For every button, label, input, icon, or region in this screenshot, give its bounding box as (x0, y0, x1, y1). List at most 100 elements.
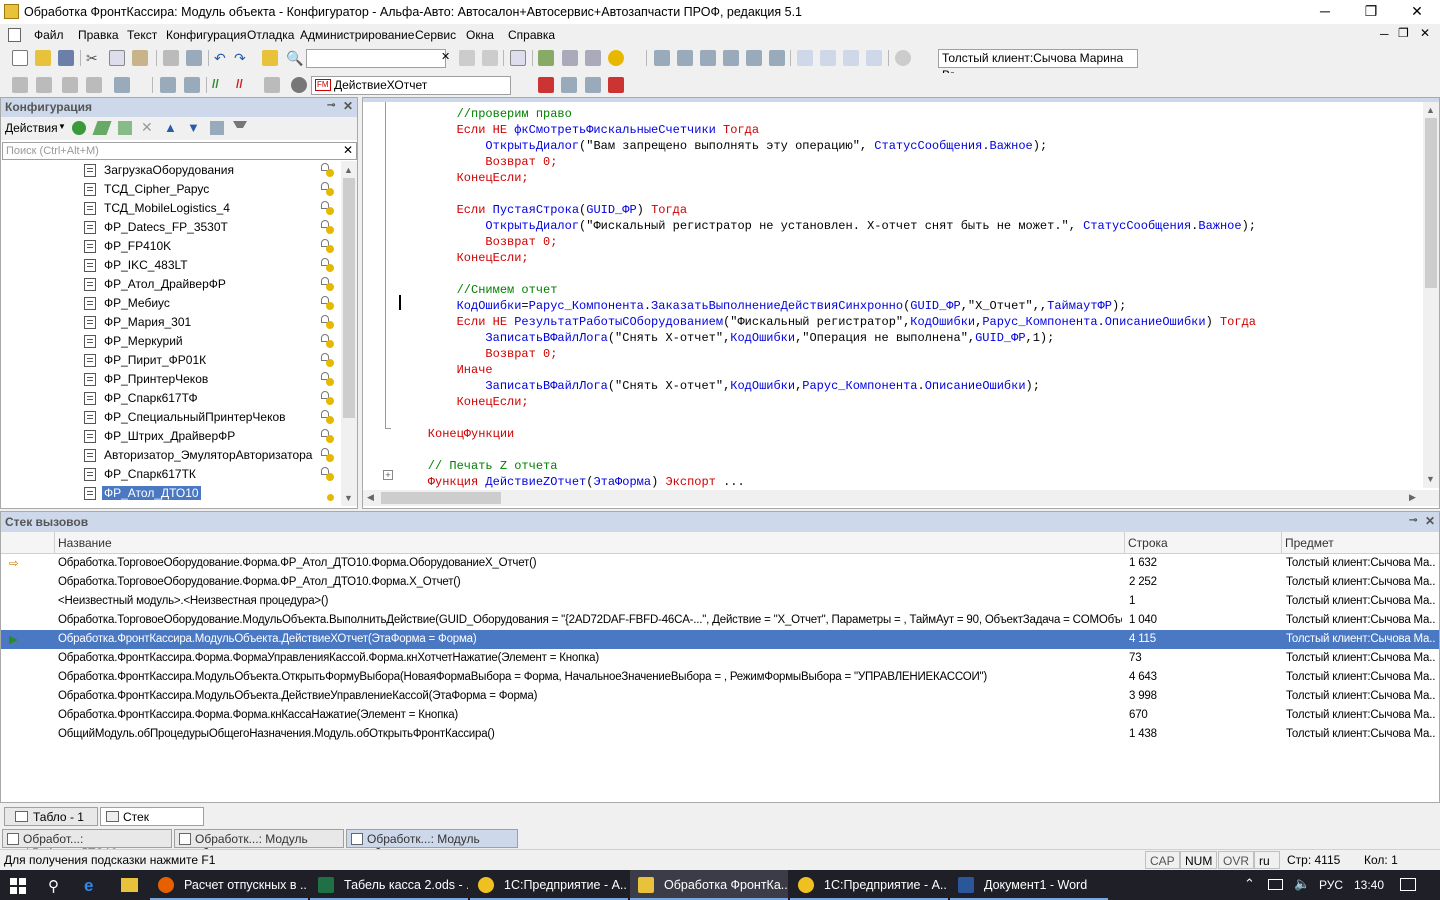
menu-configuration[interactable]: Конфигурация (166, 28, 247, 42)
debug-continue-icon[interactable] (114, 77, 130, 93)
debug-restart-icon[interactable] (62, 77, 78, 93)
editor-hscroll-thumb[interactable] (381, 492, 501, 504)
tree-item[interactable]: ФР_Спарк617ТФ (1, 389, 341, 408)
tree-item[interactable]: ФР_Datecs_FP_3530T (1, 218, 341, 237)
taskbar-1c-1[interactable]: 1С:Предприятие - А... (470, 870, 628, 900)
find-next-icon[interactable] (459, 50, 475, 66)
chevron-down-icon[interactable]: ▼ (58, 122, 66, 131)
timer-icon[interactable] (895, 50, 911, 66)
column-name[interactable]: Название (58, 536, 112, 550)
call-stack-row[interactable]: ⇨ Обработка.ТорговоеОборудование.Форма.ФР… (1, 554, 1439, 573)
column-subject[interactable]: Предмет (1285, 536, 1334, 550)
tree-item[interactable]: ФР_Пирит_ФР01К (1, 351, 341, 370)
column-line[interactable]: Строка (1128, 536, 1168, 550)
search-taskbar-icon[interactable]: ⚲ (48, 877, 59, 895)
tray-clock[interactable]: 13:40 (1354, 878, 1384, 892)
taskbar-configurator[interactable]: Обработка ФронтКа... (630, 870, 788, 900)
cut-icon[interactable]: ✂ (86, 50, 102, 66)
call-stack-row[interactable]: Обработка.ФронтКассира.Форма.ФормаУправл… (1, 649, 1439, 668)
stack-close-icon[interactable]: ✕ (1425, 514, 1435, 528)
editor-horizontal-scrollbar[interactable]: ◀ ▶ (363, 490, 1439, 506)
tree-item[interactable]: ЗагрузкаОборудования (1, 161, 341, 180)
call-stack-row[interactable]: Обработка.ТорговоеОборудование.МодульОбъ… (1, 611, 1439, 630)
block-icon[interactable] (746, 50, 762, 66)
status-lang[interactable]: ru (1254, 851, 1280, 869)
bookmark-icon[interactable] (797, 50, 813, 66)
braces-icon[interactable] (723, 50, 739, 66)
call-stack-row[interactable]: ▶ Обработка.ФронтКассира.МодульОбъекта.Де… (1, 630, 1439, 649)
undo-icon[interactable]: ↶ (214, 50, 230, 66)
module-manager-icon[interactable] (585, 77, 601, 93)
client-select[interactable]: Толстый клиент:Сычова Марина Вг (938, 49, 1138, 82)
search-clear-icon[interactable]: ✕ (343, 143, 353, 157)
taskbar-calc[interactable]: Табель касса 2.ods - ... (310, 870, 468, 900)
copy-icon[interactable] (109, 50, 125, 66)
tree-scroll-thumb[interactable] (343, 178, 355, 418)
network-icon[interactable] (1268, 879, 1283, 890)
move-up-icon[interactable]: ▲ (164, 120, 177, 135)
code-text[interactable]: //проверим право Если НЕ фкСмотретьФиска… (363, 102, 1423, 488)
call-stack-row[interactable]: Обработка.ФронтКассира.МодульОбъекта.Дей… (1, 687, 1439, 706)
module-structure-icon[interactable] (654, 50, 670, 66)
tree-item[interactable]: ФР_ПринтерЧеков (1, 370, 341, 389)
mdi-close-icon[interactable]: ✕ (1420, 26, 1430, 40)
window-tab-module-1[interactable]: Обработк...: Модуль объекта (174, 829, 344, 860)
search-input[interactable] (306, 49, 446, 68)
save-icon[interactable] (58, 50, 74, 66)
tree-item[interactable]: ФР_СпециальныйПринтерЧеков (1, 408, 341, 427)
bookmark-clear-icon[interactable] (866, 50, 882, 66)
tree-item[interactable]: ФР_Мебиус (1, 294, 341, 313)
format-icon[interactable] (562, 50, 578, 66)
menu-windows[interactable]: Окна (466, 28, 494, 42)
window-tab-module-2[interactable]: Обработк...: Модуль объекта (346, 829, 518, 860)
stack-pin-icon[interactable]: ⊸ (1409, 515, 1417, 526)
call-stack-row[interactable]: <Неизвестный модуль>.<Неизвестная процед… (1, 592, 1439, 611)
procedure-select[interactable]: FM ДействиеХОтчет (311, 76, 511, 95)
syntax-check-icon[interactable] (538, 50, 554, 66)
module-other-icon[interactable] (608, 77, 624, 93)
minimize-button[interactable]: ─ (1302, 0, 1348, 24)
module-form-icon[interactable] (538, 77, 554, 93)
breakpoint-icon[interactable] (264, 77, 280, 93)
find-prev-icon[interactable] (482, 50, 498, 66)
menu-file[interactable]: Файл (34, 28, 64, 42)
menu-help[interactable]: Справка (508, 28, 555, 42)
add-icon[interactable] (72, 121, 86, 135)
window-tab-form[interactable]: Обработ...: ФР_Атол_ДТО10 (2, 829, 172, 860)
preview-icon[interactable] (186, 50, 202, 66)
volume-icon[interactable]: 🔈 (1294, 876, 1310, 892)
tree-scrollbar[interactable]: ▲ ▼ (341, 161, 357, 506)
new-icon[interactable] (12, 50, 28, 66)
find-in-icon[interactable] (262, 50, 278, 66)
info-icon[interactable] (608, 50, 624, 66)
editor-scroll-thumb[interactable] (1425, 118, 1437, 288)
explorer-icon[interactable] (121, 878, 138, 892)
tray-lang[interactable]: РУС (1319, 878, 1343, 892)
tray-up-icon[interactable]: ⌃ (1244, 876, 1255, 892)
module-object-icon[interactable] (561, 77, 577, 93)
delete-icon[interactable]: ✕ (141, 119, 153, 136)
print-icon[interactable] (163, 50, 179, 66)
actions-menu[interactable]: Действия (5, 121, 58, 135)
tree-item[interactable]: ФР_Атол_ДТО10 (1, 484, 341, 503)
edge-icon[interactable]: e (84, 876, 93, 896)
comment-icon[interactable]: // (212, 77, 228, 93)
search-icon[interactable]: 🔍 (286, 50, 303, 66)
call-stack-row[interactable]: Обработка.ФронтКассира.Форма.Форма.кнКас… (1, 706, 1439, 725)
step-over-icon[interactable] (184, 77, 200, 93)
editor-vertical-scrollbar[interactable]: ▲ ▼ (1423, 102, 1439, 488)
debug-pause-icon[interactable] (86, 77, 102, 93)
debug-start-icon[interactable] (12, 77, 28, 93)
paste-icon[interactable] (132, 50, 148, 66)
copy-object-icon[interactable] (118, 121, 132, 135)
wizard-icon[interactable] (585, 50, 601, 66)
tree-item[interactable]: ФР_Меркурий (1, 332, 341, 351)
tree-item[interactable]: Авторизатор_ЭмуляторАвторизатора (1, 446, 341, 465)
sort-icon[interactable] (210, 121, 224, 135)
procedures-icon[interactable] (700, 50, 716, 66)
tree-item[interactable]: ФР_Штрих_ДрайверФР (1, 427, 341, 446)
bookmark-next-icon[interactable] (820, 50, 836, 66)
pin-icon[interactable]: ⊸ (327, 100, 335, 111)
panel-close-icon[interactable]: ✕ (343, 99, 353, 113)
taskbar-1c-2[interactable]: 1С:Предприятие - А... (790, 870, 948, 900)
